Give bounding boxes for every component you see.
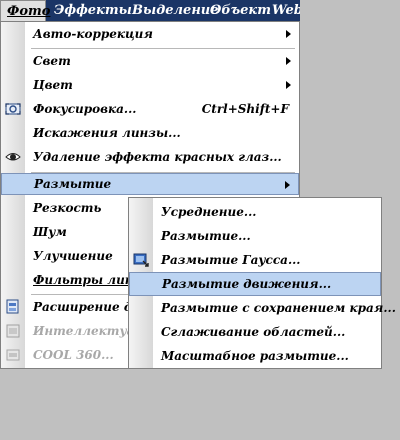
menu-item-label: Масштабное размытие... (161, 349, 349, 363)
menu-item-label: Фильтры линз (33, 273, 142, 287)
menu-item-label: Цвет (33, 78, 73, 92)
submenu-arrow-icon (286, 81, 291, 89)
red-eye-icon (5, 149, 21, 165)
menu-item-label: Резкость (33, 201, 102, 215)
menu-separator (31, 48, 295, 49)
menu-item-focus[interactable]: Фокусировка... Ctrl+Shift+F (1, 98, 299, 120)
menu-photo[interactable]: Фото (0, 0, 50, 21)
menu-item-red-eye-removal[interactable]: Удаление эффекта красных глаз... (1, 146, 299, 168)
submenu-arrow-icon (286, 57, 291, 65)
menu-item-label: Размытие с сохранением края... (161, 301, 396, 315)
menu-item-label: Размытие движения... (162, 277, 332, 291)
menu-item-label: Размытие (34, 177, 112, 191)
menu-item-label: Усреднение... (161, 205, 257, 219)
focus-icon (5, 101, 21, 117)
submenu-arrow-icon (285, 181, 290, 189)
menu-bar: Фото Эффекты Выделение Объект Web (0, 0, 300, 21)
menu-item-label: Размытие Гаусса... (161, 253, 301, 267)
menu-item-auto-correction[interactable]: Авто-коррекция (1, 23, 299, 45)
submenu-item-blur[interactable]: Размытие... (129, 224, 381, 248)
submenu-item-area-smoothing[interactable]: Сглаживание областей... (129, 320, 381, 344)
submenu-item-motion-blur[interactable]: Размытие движения... (129, 272, 381, 296)
menu-item-label: Улучшение (33, 249, 113, 263)
menu-item-label: Искажения линзы... (33, 126, 181, 140)
menu-item-blur[interactable]: Размытие (1, 173, 299, 195)
menu-item-lens-distortion[interactable]: Искажения линзы... (1, 122, 299, 144)
menu-item-label: Шум (33, 225, 67, 239)
submenu-item-average[interactable]: Усреднение... (129, 200, 381, 224)
submenu-item-zoom-blur[interactable]: Масштабное размытие... (129, 344, 381, 368)
submenu-item-edge-preserving-blur[interactable]: Размытие с сохранением края... (129, 296, 396, 320)
menu-item-label: COOL 360... (33, 348, 114, 362)
menu-item-label: Свет (33, 54, 71, 68)
submenu-arrow-icon (286, 30, 291, 38)
menu-web[interactable]: Web (266, 0, 300, 21)
menu-item-label: Авто-коррекция (33, 27, 153, 41)
smart-icon (5, 323, 21, 339)
shortcut-label: Ctrl+Shift+F (201, 102, 289, 116)
menu-item-light[interactable]: Свет (1, 50, 299, 72)
menu-item-label: Размытие... (161, 229, 251, 243)
dynamic-range-icon (5, 299, 21, 315)
blur-submenu: Усреднение... Размытие... Размытие Гаусс… (128, 197, 396, 369)
menu-item-label: Фокусировка... (33, 102, 137, 116)
menu-item-color[interactable]: Цвет (1, 74, 299, 96)
cool-360-icon (5, 347, 21, 363)
menu-item-label: Сглаживание областей... (161, 325, 346, 339)
menu-item-label: Удаление эффекта красных глаз... (33, 150, 282, 164)
gaussian-blur-icon (133, 252, 149, 268)
menu-effects[interactable]: Эффекты (48, 0, 138, 21)
submenu-item-gaussian-blur[interactable]: Размытие Гаусса... (129, 248, 381, 272)
